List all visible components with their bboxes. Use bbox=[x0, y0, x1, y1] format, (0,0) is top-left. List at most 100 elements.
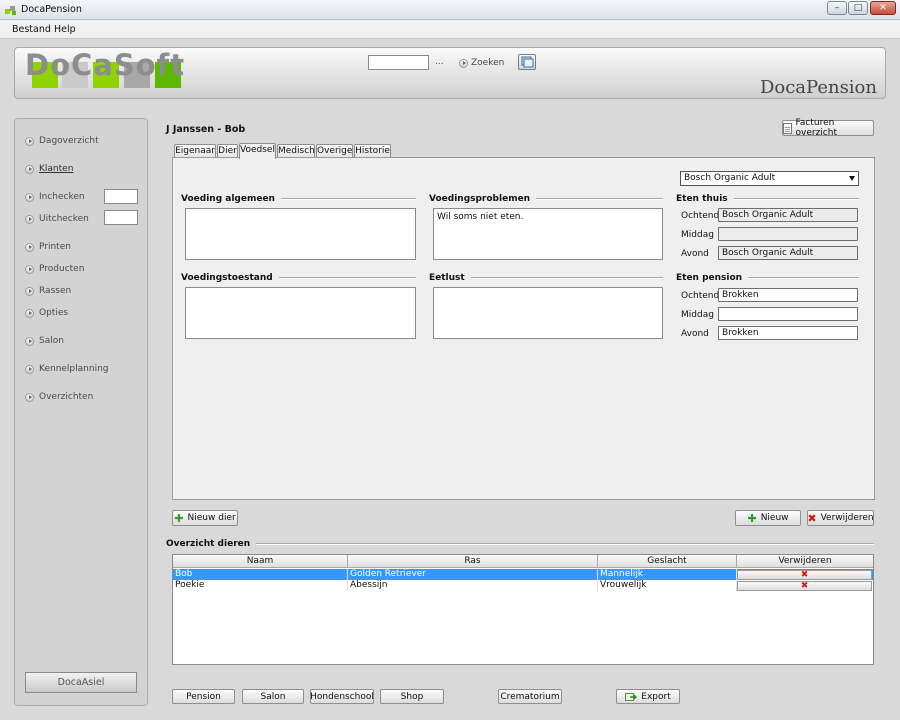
close-button[interactable]: ✕ bbox=[870, 1, 896, 15]
column-header-geslacht[interactable]: Geslacht bbox=[598, 555, 737, 568]
cell-geslacht: Vrouwelijk bbox=[598, 580, 737, 591]
arrow-circle-icon bbox=[25, 136, 34, 146]
sidebar-item-overzichten[interactable]: Overzichten bbox=[25, 392, 93, 402]
maximize-button[interactable]: □ bbox=[848, 1, 868, 15]
tab-dier[interactable]: Dier bbox=[217, 144, 238, 158]
window-title: DocaPension bbox=[21, 4, 82, 15]
pension-button[interactable]: Pension bbox=[172, 689, 235, 704]
food-select-value: Bosch Organic Adult bbox=[684, 173, 776, 183]
tab-overige[interactable]: Overige bbox=[316, 144, 353, 158]
eetlust-textarea[interactable] bbox=[433, 287, 663, 339]
sidebar-item-label: Overzichten bbox=[39, 392, 94, 402]
arrow-circle-icon bbox=[25, 264, 34, 274]
arrow-circle-icon bbox=[25, 336, 34, 346]
tab-historie[interactable]: Historie bbox=[354, 144, 391, 158]
refresh-button[interactable] bbox=[518, 54, 536, 70]
salon-button[interactable]: Salon bbox=[242, 689, 304, 704]
uitchecken-input[interactable] bbox=[104, 210, 138, 225]
nieuw-dier-button[interactable]: ✚ Nieuw dier bbox=[172, 510, 238, 526]
arrow-circle-icon bbox=[25, 392, 34, 402]
verwijderen-button[interactable]: ✖ Verwijderen bbox=[807, 510, 874, 526]
nieuw-label: Nieuw bbox=[760, 513, 789, 523]
column-header-verwijderen[interactable]: Verwijderen bbox=[737, 555, 873, 568]
hondenschool-button[interactable]: Hondenschool bbox=[310, 689, 374, 704]
search-input[interactable] bbox=[368, 55, 429, 70]
cell-naam: Bob bbox=[173, 569, 348, 580]
pension-ochtend-field[interactable]: Brokken bbox=[718, 288, 858, 302]
sidebar-item-inchecken[interactable]: Inchecken bbox=[25, 192, 85, 202]
column-header-ras[interactable]: Ras bbox=[348, 555, 598, 568]
sidebar-item-label: Producten bbox=[39, 264, 85, 274]
logo: DoCaSoft bbox=[25, 48, 186, 82]
voedingstoestand-textarea[interactable] bbox=[185, 287, 416, 339]
sidebar: Dagoverzicht Klanten Inchecken Uitchecke… bbox=[14, 118, 148, 706]
eten-thuis-heading: Eten thuis bbox=[676, 194, 859, 204]
section-label: Eten pension bbox=[676, 273, 743, 283]
tab-eigenaar[interactable]: Eigenaar bbox=[174, 144, 216, 158]
page-title: J Janssen - Bob bbox=[166, 124, 246, 135]
section-label: Voeding algemeen bbox=[181, 194, 275, 204]
row-delete-button[interactable]: ✖ bbox=[737, 581, 872, 591]
sidebar-item-kennelplanning[interactable]: Kennelplanning bbox=[25, 364, 109, 374]
pension-middag-field[interactable] bbox=[718, 307, 858, 321]
sidebar-item-uitchecken[interactable]: Uitchecken bbox=[25, 214, 89, 224]
sidebar-item-printen[interactable]: Printen bbox=[25, 242, 71, 252]
arrow-circle-icon bbox=[25, 286, 34, 296]
inchecken-input[interactable] bbox=[104, 189, 138, 204]
section-label: Eetlust bbox=[429, 273, 465, 283]
pension-avond-field[interactable]: Brokken bbox=[718, 326, 858, 340]
eetlust-heading: Eetlust bbox=[429, 273, 663, 283]
arrow-circle-icon bbox=[25, 164, 34, 174]
row-delete-button[interactable]: ✖ bbox=[737, 570, 872, 580]
sidebar-item-label: Rassen bbox=[39, 286, 72, 296]
sidebar-item-klanten[interactable]: Klanten bbox=[25, 164, 73, 174]
voedingsproblemen-textarea[interactable]: Wil soms niet eten. bbox=[433, 208, 663, 260]
pension-ochtend-label: Ochtend bbox=[681, 291, 720, 301]
voeding-algemeen-textarea[interactable] bbox=[185, 208, 416, 260]
table-row[interactable]: Bob Golden Retriever Mannelijk ✖ bbox=[173, 569, 873, 580]
arrow-circle-icon bbox=[25, 192, 34, 202]
sidebar-item-dagoverzicht[interactable]: Dagoverzicht bbox=[25, 136, 99, 146]
voeding-algemeen-heading: Voeding algemeen bbox=[181, 194, 416, 204]
app-icon bbox=[5, 4, 17, 16]
search-options-button[interactable]: ... bbox=[435, 57, 444, 67]
overzicht-dieren-heading: Overzicht dieren bbox=[166, 539, 874, 549]
table-row[interactable]: Poekie Abessijn Vrouwelijk ✖ bbox=[173, 580, 873, 591]
cell-ras: Abessijn bbox=[348, 580, 598, 591]
docaasiel-button[interactable]: DocaAsiel bbox=[25, 672, 137, 693]
tab-voedsel[interactable]: Voedsel bbox=[239, 143, 276, 159]
crematorium-button[interactable]: Crematorium bbox=[498, 689, 562, 704]
sidebar-item-label: Kennelplanning bbox=[39, 364, 109, 374]
thuis-avond-field[interactable]: Bosch Organic Adult bbox=[718, 246, 858, 260]
facturen-overzicht-label: Facturen overzicht bbox=[795, 118, 837, 138]
search-button[interactable]: Zoeken bbox=[459, 56, 504, 70]
food-select[interactable]: Bosch Organic Adult bbox=[680, 171, 859, 186]
column-header-naam[interactable]: Naam bbox=[173, 555, 348, 568]
export-label: Export bbox=[641, 691, 671, 702]
sidebar-item-producten[interactable]: Producten bbox=[25, 264, 84, 274]
sidebar-item-salon[interactable]: Salon bbox=[25, 336, 64, 346]
minimize-button[interactable]: – bbox=[827, 1, 847, 15]
shop-button[interactable]: Shop bbox=[380, 689, 444, 704]
nieuw-button[interactable]: ✚ Nieuw bbox=[735, 510, 801, 526]
export-button[interactable]: Export bbox=[616, 689, 680, 704]
document-icon bbox=[783, 122, 792, 134]
pension-avond-label: Avond bbox=[681, 329, 709, 339]
thuis-middag-field[interactable] bbox=[718, 227, 858, 241]
eten-pension-heading: Eten pension bbox=[676, 273, 859, 283]
facturen-overzicht-button[interactable]: Facturen overzicht bbox=[782, 118, 874, 138]
sidebar-item-opties[interactable]: Opties bbox=[25, 308, 68, 318]
menu-help[interactable]: Help bbox=[54, 24, 76, 35]
sidebar-item-label: Inchecken bbox=[39, 192, 85, 202]
arrow-circle-icon bbox=[459, 58, 468, 68]
sidebar-item-rassen[interactable]: Rassen bbox=[25, 286, 71, 296]
sidebar-item-label: Salon bbox=[39, 336, 64, 346]
menu-bestand[interactable]: Bestand bbox=[12, 24, 51, 35]
voedingstoestand-heading: Voedingstoestand bbox=[181, 273, 416, 283]
sidebar-item-label: Uitchecken bbox=[39, 214, 89, 224]
sidebar-item-label: Dagoverzicht bbox=[39, 136, 99, 146]
verwijderen-label: Verwijderen bbox=[820, 513, 874, 523]
sidebar-item-label: Printen bbox=[39, 242, 71, 252]
thuis-ochtend-field[interactable]: Bosch Organic Adult bbox=[718, 208, 858, 222]
tab-medisch[interactable]: Medisch bbox=[277, 144, 315, 158]
